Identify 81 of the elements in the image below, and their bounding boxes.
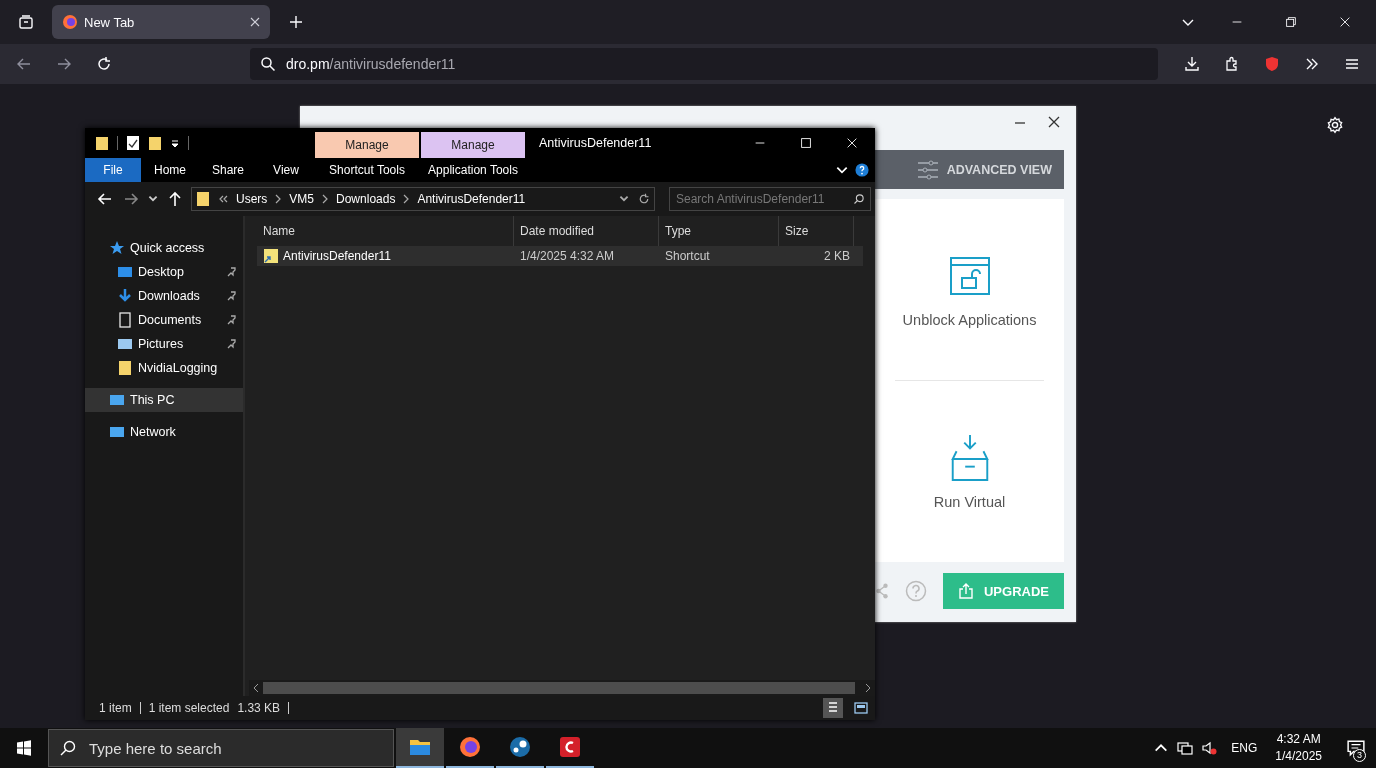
ribbon-tab[interactable]: Home bbox=[141, 158, 199, 182]
breadcrumb-item[interactable]: Downloads bbox=[336, 192, 396, 206]
ribbon-tab[interactable]: Application Tools bbox=[421, 158, 525, 182]
nav-item[interactable]: Network bbox=[85, 420, 243, 444]
table-cell-text: Shortcut bbox=[664, 249, 711, 263]
double-chevron-left-icon bbox=[218, 194, 228, 204]
window-title: AntivirusDefender11 bbox=[538, 136, 652, 150]
status-text: 1 item selected bbox=[148, 701, 230, 715]
search-field[interactable]: Search AntivirusDefender11 bbox=[669, 187, 871, 211]
nav-icon bbox=[109, 424, 125, 440]
search-icon bbox=[853, 193, 865, 205]
dropdown-icon[interactable] bbox=[170, 138, 180, 148]
advanced-view-button[interactable]: ADVANCED VIEW bbox=[875, 150, 1064, 189]
status-text: 1 item bbox=[99, 701, 132, 715]
upload-icon bbox=[958, 583, 974, 599]
shield-app-icon bbox=[558, 735, 582, 759]
game-launcher-icon bbox=[508, 735, 532, 759]
table-cell-text: 1/4/2025 4:32 AM bbox=[519, 249, 616, 263]
chevron-right-icon bbox=[275, 194, 282, 204]
nav-item[interactable]: Desktop bbox=[85, 260, 243, 284]
clock[interactable]: 4:32 AM 1/4/2025 bbox=[1275, 731, 1322, 765]
breadcrumb-item[interactable]: AntivirusDefender11 bbox=[417, 192, 526, 206]
file-name: AntivirusDefender11 bbox=[283, 249, 391, 263]
nav-item[interactable]: Documents bbox=[85, 308, 243, 332]
nav-icon bbox=[109, 240, 125, 256]
close-icon[interactable] bbox=[250, 17, 260, 27]
nav-item[interactable]: Pictures bbox=[85, 332, 243, 356]
browser-tab[interactable]: New Tab bbox=[52, 5, 270, 39]
nav-item[interactable]: Downloads bbox=[85, 284, 243, 308]
folder-icon bbox=[196, 191, 210, 207]
address-field[interactable]: Users VM5 Downloads AntivirusDefender11 bbox=[191, 187, 655, 211]
message-icon bbox=[1347, 739, 1365, 757]
nav-icon bbox=[117, 288, 133, 304]
share-icon[interactable] bbox=[875, 581, 889, 601]
file-row[interactable]: AntivirusDefender11 1/4/2025 4:32 AM Shortcut 2 KB bbox=[257, 246, 863, 266]
chevron-right-icon bbox=[322, 194, 329, 204]
nav-icon bbox=[117, 312, 133, 328]
address-bar[interactable]: dro.pm/antivirusdefender11 bbox=[250, 48, 1158, 80]
context-tab-group: Manage bbox=[315, 132, 419, 158]
ribbon-tab[interactable]: View bbox=[257, 158, 315, 182]
notification-count: 3 bbox=[1353, 749, 1366, 762]
task-label: Run Virtual bbox=[933, 493, 1006, 510]
task-tile[interactable]: Unblock Applications bbox=[895, 199, 1044, 381]
nav-item[interactable]: NvidiaLogging bbox=[85, 356, 243, 380]
details-view-icon[interactable] bbox=[823, 698, 843, 718]
breadcrumb-item[interactable]: Users bbox=[236, 192, 268, 206]
ribbon-tab[interactable]: Shortcut Tools bbox=[315, 158, 419, 182]
taskbar-app[interactable] bbox=[396, 728, 444, 768]
shortcut-file-icon bbox=[263, 248, 279, 264]
nav-icon bbox=[117, 264, 133, 280]
nav-icon bbox=[117, 336, 133, 352]
table-cell-text: 2 KB bbox=[823, 249, 851, 263]
chevron-right-icon bbox=[403, 194, 410, 204]
horizontal-scrollbar[interactable] bbox=[249, 680, 875, 696]
task-label: Unblock Applications bbox=[902, 311, 1037, 328]
taskbar-search-field[interactable]: Type here to search bbox=[48, 729, 394, 767]
help-icon[interactable] bbox=[855, 163, 869, 177]
url-text: dro.pm/antivirusdefender11 bbox=[286, 56, 456, 72]
task-tile[interactable]: Run Virtual bbox=[895, 381, 1044, 562]
scroll-right-icon[interactable] bbox=[865, 683, 871, 693]
sliders-icon bbox=[916, 159, 939, 180]
settings-icon[interactable] bbox=[1326, 116, 1344, 134]
scroll-left-icon[interactable] bbox=[253, 683, 259, 693]
notification-button[interactable]: 3 bbox=[1336, 728, 1376, 768]
tab-title: New Tab bbox=[84, 14, 136, 30]
nav-item[interactable]: Quick access bbox=[85, 236, 243, 260]
browser-logo-icon bbox=[458, 735, 482, 759]
refresh-icon[interactable] bbox=[638, 193, 650, 205]
nav-icon bbox=[117, 360, 133, 376]
breadcrumb-item[interactable]: VM5 bbox=[289, 192, 315, 206]
status-text: 1.33 KB bbox=[237, 701, 281, 715]
properties-icon[interactable] bbox=[126, 135, 140, 151]
close-icon[interactable] bbox=[1046, 114, 1062, 130]
nav-item[interactable]: This PC bbox=[85, 388, 243, 412]
ribbon-tab[interactable]: Share bbox=[199, 158, 257, 182]
folder-icon[interactable] bbox=[95, 135, 109, 151]
context-tab-group: Manage bbox=[421, 132, 525, 158]
new-folder-icon[interactable] bbox=[148, 135, 162, 151]
browser-logo-icon bbox=[62, 14, 78, 30]
nav-icon bbox=[109, 392, 125, 408]
language-indicator[interactable]: ENG bbox=[1231, 741, 1258, 755]
